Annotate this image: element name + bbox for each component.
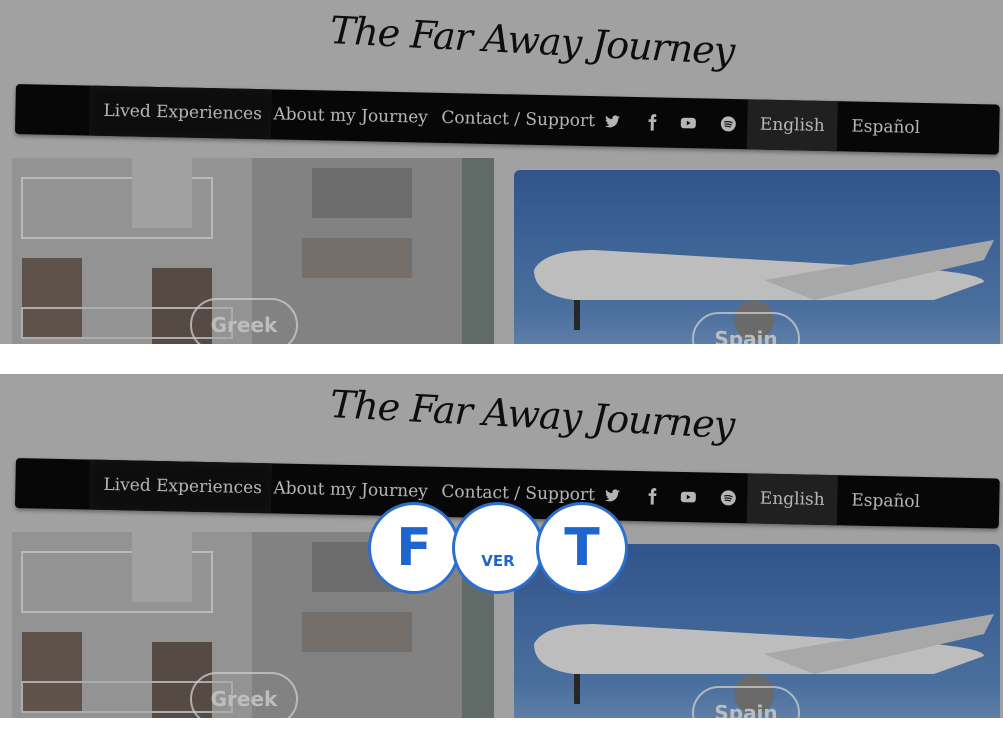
screenshot-panel-bottom: The Far Away Journey Lived Experiences A… [0,374,1003,718]
dim-overlay [0,0,1003,344]
badge-f[interactable]: F [368,502,460,594]
badge-t[interactable]: T [536,502,628,594]
badge-ver[interactable]: VER [452,502,544,594]
panel-divider [0,344,1003,374]
screenshot-panel-top: The Far Away Journey Lived Experiences A… [0,0,1003,344]
